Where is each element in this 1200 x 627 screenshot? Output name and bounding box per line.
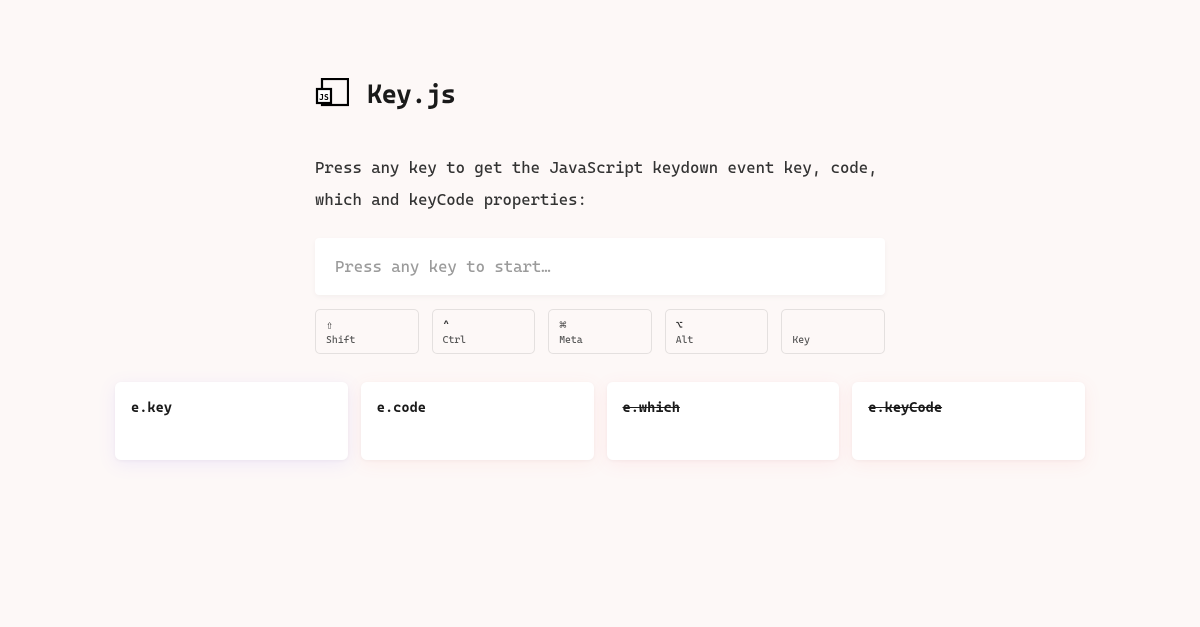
modifier-row: ⇧ Shift ^ Ctrl ⌘ Meta ⌥ Alt Key (315, 309, 885, 354)
page-title: Key.js (367, 80, 455, 110)
modifier-label: Ctrl (443, 335, 466, 346)
result-card-code: e.code (361, 382, 594, 460)
alt-icon: ⌥ (676, 318, 683, 332)
result-label: e.code (377, 400, 426, 416)
modifier-ctrl[interactable]: ^ Ctrl (432, 309, 536, 354)
result-card-keycode: e.keyCode (852, 382, 1085, 460)
ctrl-icon: ^ (443, 318, 450, 332)
logo-icon: JS (315, 78, 349, 112)
meta-icon: ⌘ (559, 318, 566, 332)
header: JS Key.js (315, 78, 885, 112)
result-card-key: e.key (115, 382, 348, 460)
result-row: e.key e.code e.which e.keyCode (115, 382, 1085, 460)
result-card-which: e.which (607, 382, 840, 460)
modifier-label: Key (792, 335, 810, 346)
svg-text:JS: JS (319, 93, 329, 102)
modifier-label: Alt (676, 335, 694, 346)
modifier-label: Shift (326, 335, 355, 346)
modifier-shift[interactable]: ⇧ Shift (315, 309, 419, 354)
result-label: e.keyCode (868, 400, 942, 416)
key-input[interactable] (315, 238, 885, 295)
description: Press any key to get the JavaScript keyd… (315, 152, 885, 216)
modifier-meta[interactable]: ⌘ Meta (548, 309, 652, 354)
modifier-alt[interactable]: ⌥ Alt (665, 309, 769, 354)
shift-icon: ⇧ (326, 318, 333, 332)
result-label: e.which (623, 400, 680, 416)
modifier-key[interactable]: Key (781, 309, 885, 354)
modifier-label: Meta (559, 335, 582, 346)
result-label: e.key (131, 400, 172, 416)
